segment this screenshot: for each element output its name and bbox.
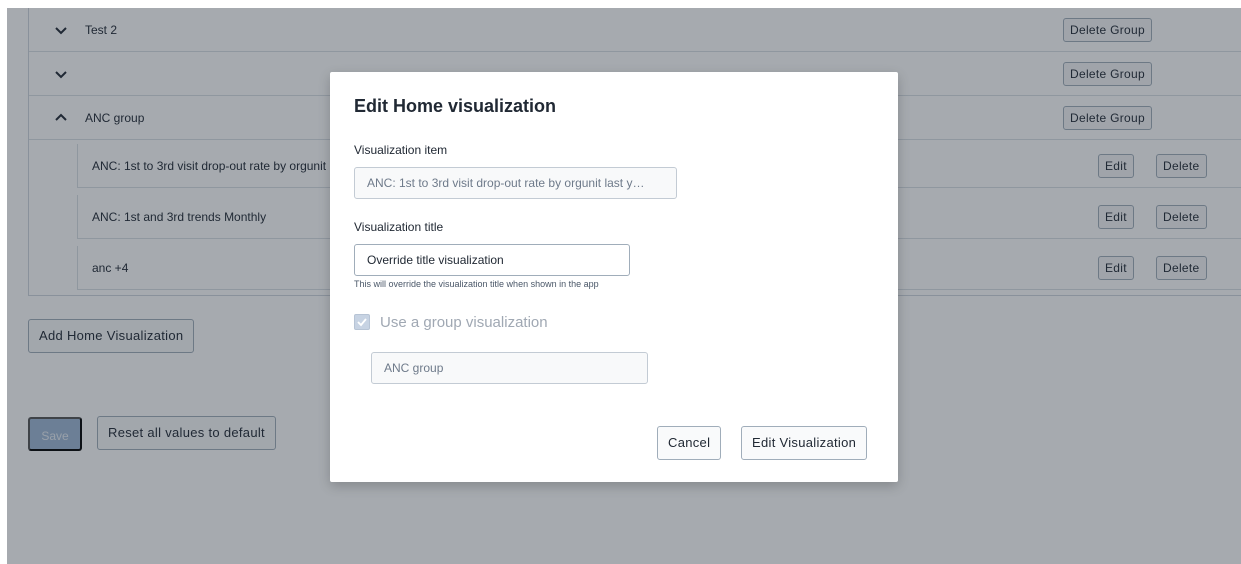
visualization-item-field: ANC: 1st to 3rd visit drop-out rate by o… [354, 167, 677, 199]
checkmark-icon [357, 318, 367, 327]
visualization-title-label: Visualization title [354, 220, 444, 234]
visualization-item-label: Visualization item [354, 143, 448, 157]
title-help-text: This will override the visualization tit… [354, 279, 599, 289]
visualization-title-input[interactable]: Override title visualization [354, 244, 630, 276]
cancel-button[interactable]: Cancel [657, 426, 722, 460]
edit-visualization-dialog: Edit Home visualization Visualization it… [330, 72, 898, 482]
group-visualization-checkbox[interactable] [354, 314, 370, 330]
group-visualization-checkbox-row[interactable]: Use a group visualization [354, 312, 548, 332]
edit-visualization-button[interactable]: Edit Visualization [741, 426, 868, 460]
dialog-title: Edit Home visualization [354, 96, 557, 116]
group-select-field: ANC group [371, 352, 648, 384]
group-visualization-label: Use a group visualization [380, 313, 548, 331]
